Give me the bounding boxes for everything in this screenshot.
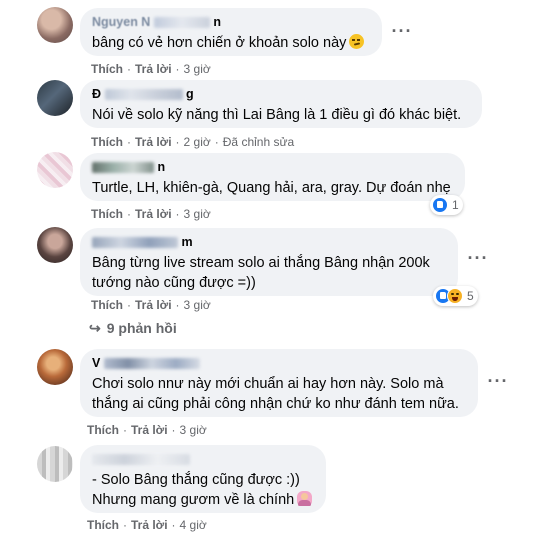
comment-actions: Thích · Trả lời · 3 giờ [91,62,211,76]
comment-bubble: Nguyen N n bâng có vẻ hơn chiến ở khoản … [80,8,382,56]
comment-text: bâng có vẻ hơn chiến ở khoản solo này [92,33,370,53]
reactions-summary[interactable]: 1 [430,195,463,215]
comment-text: Chơi solo nnư này mới chuẩn ai hay hơn n… [92,376,459,412]
like-button[interactable]: Thích [91,135,123,149]
haha-reaction-icon [447,288,463,304]
avatar[interactable] [37,349,73,385]
comment-author[interactable]: m [92,234,446,250]
reply-button[interactable]: Trả lời [131,518,168,532]
comment-actions: Thích · Trả lời · 4 giờ [87,518,207,532]
comment-text: Turtle, LH, khiên-gà, Quang hải, ara, gr… [92,180,451,196]
like-reaction-icon [432,197,448,213]
reactions-summary[interactable]: 5 [433,286,478,306]
comment-actions: Thích · Trả lời · 3 giờ [91,207,211,221]
comment-bubble: m Bâng từng live stream solo ai thắng Bâ… [80,228,458,296]
comment-bubble: - Solo Bâng thắng cũng được :)) Nhưng ma… [80,445,326,513]
avatar[interactable] [37,227,73,263]
view-replies-link[interactable]: ↪ 9 phản hồi [89,320,177,337]
edited-label[interactable]: Đã chỉnh sửa [223,135,294,149]
comment-text: Bâng từng live stream solo ai thắng Bâng… [92,255,430,291]
comment-actions: Thích · Trả lời · 2 giờ · Đã chỉnh sửa [91,135,295,149]
smirking-face-icon [349,34,365,49]
timestamp[interactable]: 4 giờ [180,518,207,532]
timestamp[interactable]: 3 giờ [184,62,211,76]
reply-button[interactable]: Trả lời [135,62,172,76]
person-gesturing-icon [297,491,313,506]
like-button[interactable]: Thích [87,518,119,532]
avatar[interactable] [37,7,73,43]
comment-author[interactable]: n [92,159,453,175]
comment-author[interactable]: Nguyen N n [92,14,370,30]
more-options-icon[interactable]: ··· [386,16,418,48]
like-button[interactable]: Thích [91,207,123,221]
comment-author[interactable]: V [92,355,466,371]
reply-button[interactable]: Trả lời [131,423,168,437]
reply-button[interactable]: Trả lời [135,298,172,312]
comment-text: - Solo Bâng thắng cũng được :)) Nhưng ma… [92,470,314,510]
comment-bubble: V Chơi solo nnư này mới chuẩn ai hay hơn… [80,349,478,417]
comment-actions: Thích · Trả lời · 3 giờ [87,423,207,437]
comment-bubble: n Turtle, LH, khiên-gà, Quang hải, ara, … [80,153,465,201]
reply-button[interactable]: Trả lời [135,207,172,221]
more-options-icon[interactable]: ··· [482,366,514,398]
comment-author[interactable]: Đ g [92,86,470,102]
like-button[interactable]: Thích [91,298,123,312]
like-button[interactable]: Thích [87,423,119,437]
avatar[interactable] [37,152,73,188]
avatar[interactable] [37,80,73,116]
comment-bubble: Đ g Nói về solo kỹ năng thì Lai Bâng là … [80,80,482,128]
comment-text: Nói về solo kỹ năng thì Lai Bâng là 1 đi… [92,107,462,123]
avatar[interactable] [37,446,73,482]
timestamp[interactable]: 3 giờ [180,423,207,437]
reply-arrow-icon: ↪ [89,320,101,336]
like-button[interactable]: Thích [91,62,123,76]
more-options-icon[interactable]: ··· [462,243,494,275]
comment-actions: Thích · Trả lời · 3 giờ [91,298,211,312]
comment-author[interactable] [92,451,314,467]
reply-button[interactable]: Trả lời [135,135,172,149]
timestamp[interactable]: 2 giờ [184,135,211,149]
timestamp[interactable]: 3 giờ [184,207,211,221]
timestamp[interactable]: 3 giờ [184,298,211,312]
